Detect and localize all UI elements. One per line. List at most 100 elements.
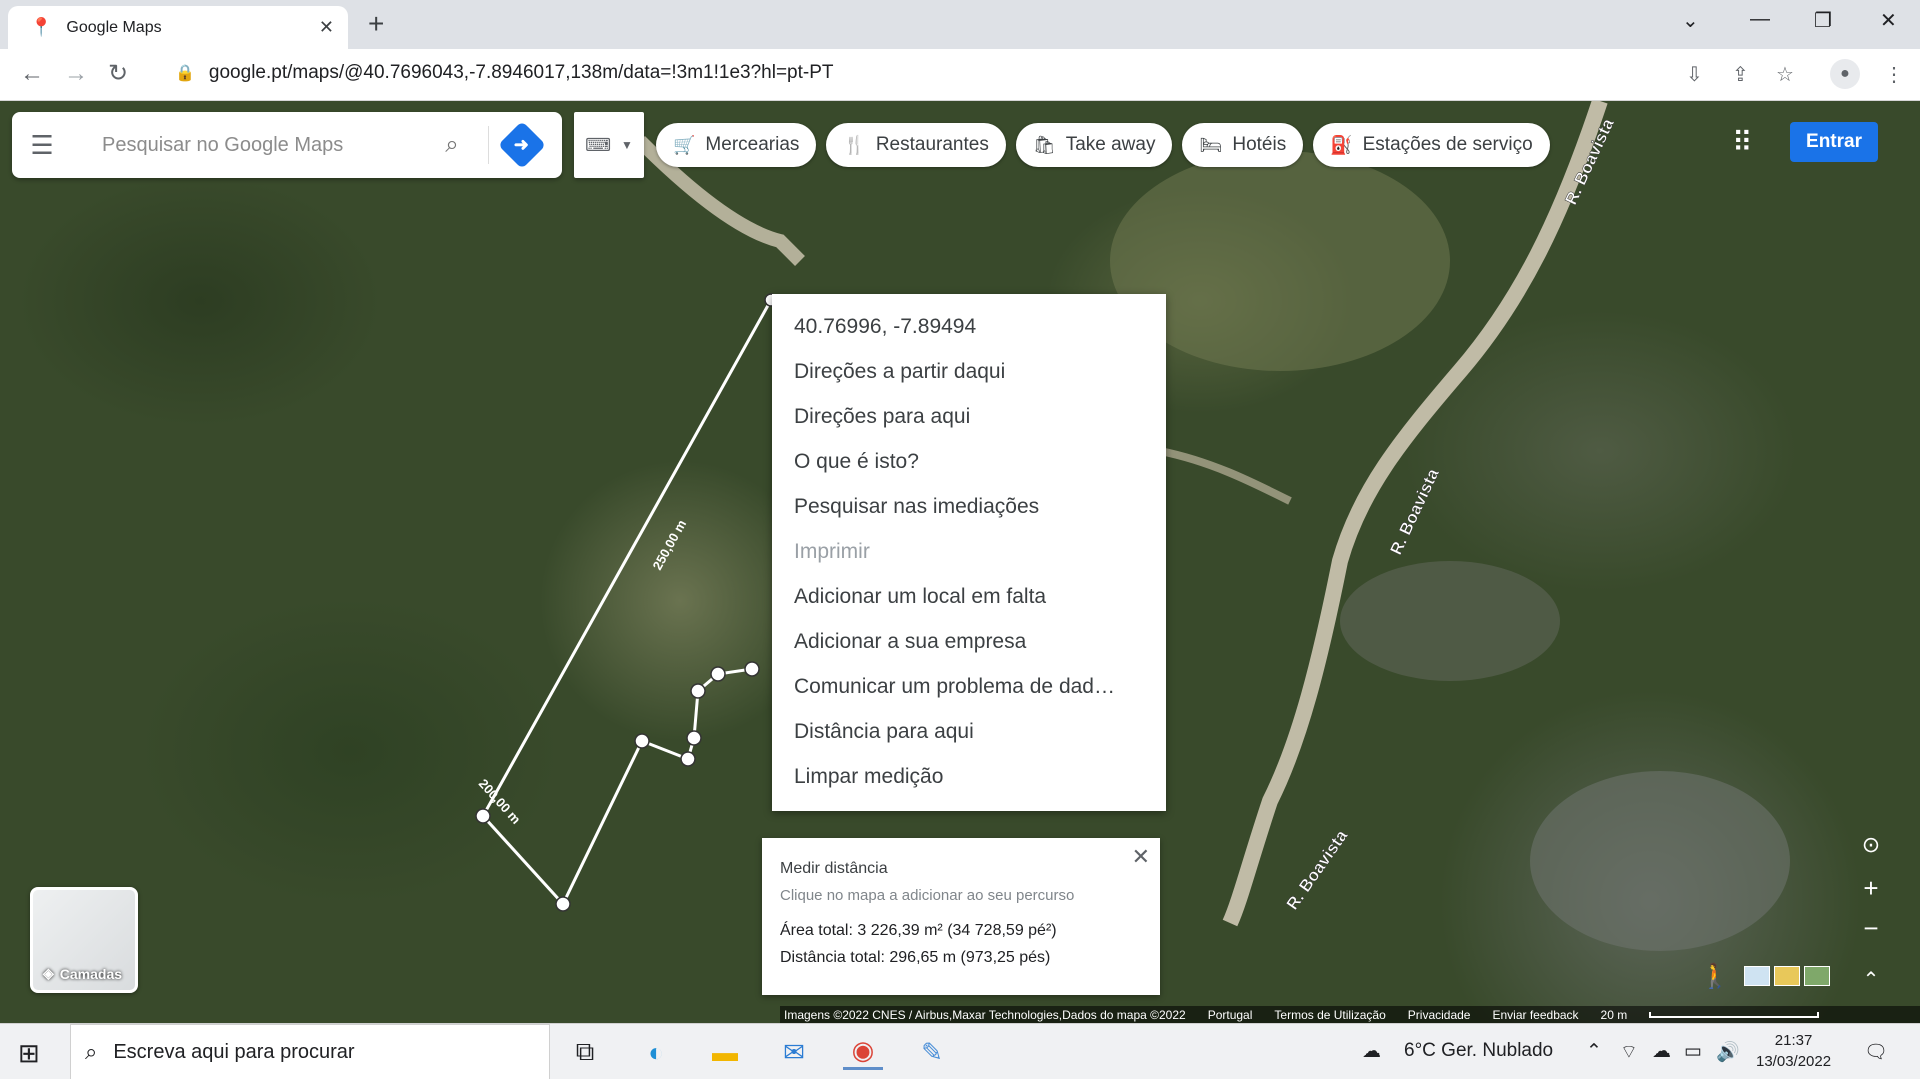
measure-total-area: Área total: 3 226,39 m² (34 728,59 pé²) [780, 922, 1057, 939]
menu-item-print[interactable]: Imprimir [772, 529, 1166, 574]
layers-button[interactable]: ◈ Camadas [30, 887, 138, 993]
my-location-icon[interactable]: ⊙ [1855, 829, 1887, 861]
menu-item-clear-measurement[interactable]: Limpar medição [772, 754, 1166, 799]
satellite-thumbnail[interactable] [1804, 966, 1830, 986]
chip-gas-stations[interactable]: ⛽ Estações de serviço [1313, 123, 1550, 167]
taskbar-search[interactable]: ⌕ Escreva aqui para procurar [70, 1024, 550, 1079]
terrain-thumbnail[interactable] [1774, 966, 1800, 986]
measure-vertex[interactable] [686, 730, 702, 746]
search-box: ☰ ⌕ ➜ [12, 112, 562, 178]
menu-item-coordinates[interactable]: 40.76996, -7.89494 [772, 304, 1166, 349]
zoom-out-button[interactable]: − [1855, 912, 1887, 944]
notifications-icon[interactable]: 🗨 [1864, 1040, 1888, 1064]
map-thumbnail[interactable] [1744, 966, 1770, 986]
rock-outcrop [1340, 561, 1560, 681]
chip-groceries[interactable]: 🛒 Mercearias [656, 123, 817, 167]
measure-vertex[interactable] [555, 896, 571, 912]
battery-icon[interactable]: ▭ [1684, 1040, 1702, 1063]
chip-takeaway[interactable]: 🛍 Take away [1015, 123, 1173, 167]
measure-distance-panel: Medir distância Clique no mapa a adicion… [762, 838, 1160, 995]
rock-outcrop [1530, 771, 1790, 951]
dirt-road-east [1159, 447, 1292, 505]
show-hidden-icons-chevron-icon[interactable]: ⌃ [1586, 1040, 1602, 1063]
measure-vertex[interactable] [634, 733, 650, 749]
hamburger-menu-icon[interactable]: ☰ [12, 130, 72, 161]
layers-label: ◈ Camadas [43, 965, 123, 982]
mail-icon[interactable]: ✉ [774, 1034, 814, 1070]
pegman-icon[interactable]: 🚶 [1700, 962, 1730, 991]
scale-label[interactable]: 20 m [1601, 1008, 1628, 1022]
close-window-button[interactable]: ✕ [1880, 8, 1897, 33]
measure-title: Medir distância [780, 860, 888, 877]
keyboard-icon: ⌨ [585, 134, 612, 155]
menu-item-whats-here[interactable]: O que é isto? [772, 439, 1166, 484]
weather-icon[interactable]: ☁ [1362, 1040, 1381, 1063]
chrome-icon[interactable]: ◉ [843, 1034, 883, 1070]
directions-icon[interactable]: ➜ [497, 120, 547, 170]
edge-browser-icon[interactable]: ◐ [636, 1034, 676, 1070]
menu-item-add-missing-place[interactable]: Adicionar um local em falta [772, 574, 1166, 619]
onedrive-cloud-icon[interactable]: ☁ [1652, 1040, 1671, 1063]
share-icon[interactable]: ⇪ [1732, 62, 1749, 87]
chip-restaurants[interactable]: 🍴 Restaurantes [826, 123, 1006, 167]
file-explorer-icon[interactable]: ▬ [705, 1034, 745, 1070]
terms-link[interactable]: Termos de Utilização [1274, 1008, 1385, 1022]
menu-item-distance-to-here[interactable]: Distância para aqui [772, 709, 1166, 754]
measure-vertex[interactable] [710, 666, 726, 682]
zoom-in-button[interactable]: + [1855, 872, 1887, 904]
map-type-thumbnails[interactable] [1744, 966, 1830, 986]
menu-item-directions-from[interactable]: Direções a partir daqui [772, 349, 1166, 394]
feedback-link[interactable]: Enviar feedback [1492, 1008, 1578, 1022]
system-clock[interactable]: 21:37 13/03/2022 [1756, 1030, 1831, 1072]
measure-total-distance: Distância total: 296,65 m (973,25 pés) [780, 949, 1051, 966]
restore-button[interactable]: ❐ [1814, 8, 1832, 33]
expand-chevron-icon[interactable]: ⌃ [1855, 963, 1887, 995]
chip-hotels[interactable]: 🛏 Hotéis [1182, 123, 1304, 167]
cart-icon: 🛒 [673, 134, 696, 155]
sign-in-button[interactable]: Entrar [1790, 122, 1878, 162]
paint-icon[interactable]: ✎ [912, 1034, 952, 1070]
taskbar: ⊞ ⌕ Escreva aqui para procurar ⧉ ◐ ▬ ✉ ◉… [0, 1023, 1920, 1079]
measure-vertex[interactable] [690, 683, 706, 699]
search-input[interactable] [102, 133, 432, 157]
tab-title: Google Maps [66, 18, 162, 36]
forward-button[interactable]: → [64, 61, 88, 87]
measure-vertex[interactable] [744, 661, 760, 677]
input-tools-button[interactable]: ⌨ ▼ [574, 112, 644, 178]
measure-vertex[interactable] [475, 808, 491, 824]
close-icon[interactable]: ✕ [1132, 844, 1150, 870]
measure-hint: Clique no mapa a adicionar ao seu percur… [780, 887, 1075, 904]
search-icon: ⌕ [85, 1039, 98, 1064]
new-tab-button[interactable]: + [368, 10, 384, 38]
weather-text[interactable]: 6°C Ger. Nublado [1404, 1040, 1553, 1062]
install-icon[interactable]: ⇩ [1686, 62, 1703, 87]
windows-start-icon[interactable]: ⊞ [18, 1038, 40, 1069]
volume-icon[interactable]: 🔊 [1716, 1040, 1740, 1064]
segment-length-label: 250,00 m [650, 517, 690, 572]
search-icon[interactable]: ⌕ [432, 131, 472, 159]
takeaway-bag-icon: 🛍 [1032, 134, 1056, 155]
url-field[interactable]: 🔒 google.pt/maps/@40.7696043,-7.8946017,1… [175, 62, 834, 84]
menu-item-add-business[interactable]: Adicionar a sua empresa [772, 619, 1166, 664]
profile-avatar-icon[interactable]: ● [1830, 59, 1860, 89]
reload-button[interactable]: ↻ [108, 61, 128, 87]
tab-search-icon[interactable]: ⌄ [1682, 8, 1699, 33]
browser-tabbar: 📍 Google Maps ✕ + ⌄ — ❐ ✕ [0, 0, 1920, 49]
privacy-link[interactable]: Privacidade [1408, 1008, 1471, 1022]
task-view-icon[interactable]: ⧉ [565, 1034, 605, 1070]
more-menu-icon[interactable]: ⋮ [1884, 62, 1904, 87]
wifi-icon[interactable]: ⌔ [1620, 1040, 1638, 1064]
menu-item-search-nearby[interactable]: Pesquisar nas imediações [772, 484, 1166, 529]
scale-bar [1649, 1011, 1820, 1018]
minimize-button[interactable]: — [1750, 8, 1770, 31]
back-button[interactable]: ← [20, 61, 44, 87]
menu-item-report-data-problem[interactable]: Comunicar um problema de dad… [772, 664, 1166, 709]
browser-tab[interactable]: 📍 Google Maps ✕ [8, 6, 348, 49]
bookmark-star-icon[interactable]: ☆ [1776, 62, 1794, 87]
menu-item-directions-to[interactable]: Direções para aqui [772, 394, 1166, 439]
measure-vertex[interactable] [680, 751, 696, 767]
address-bar: ← → ↻ 🔒 google.pt/maps/@40.7696043,-7.894… [0, 49, 1920, 101]
country-link[interactable]: Portugal [1208, 1008, 1253, 1022]
google-apps-icon[interactable]: ⠿ [1732, 128, 1752, 158]
close-tab-icon[interactable]: ✕ [319, 17, 334, 38]
